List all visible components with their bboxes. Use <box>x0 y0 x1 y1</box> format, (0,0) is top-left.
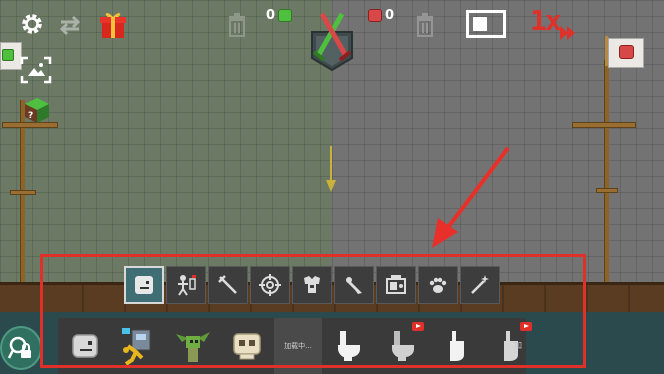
item-urinal-video[interactable] <box>484 318 538 374</box>
trash-icon <box>229 13 245 37</box>
item-urinal[interactable] <box>430 318 484 374</box>
tab-explosives[interactable] <box>334 266 374 304</box>
random-spawn-button[interactable]: ? <box>24 96 50 124</box>
tab-characters[interactable] <box>166 266 206 304</box>
urinal-icon <box>450 331 464 361</box>
settings-button[interactable] <box>18 10 46 38</box>
tab-animals[interactable] <box>418 266 458 304</box>
toilet-icon <box>392 331 414 361</box>
red-score: 0 <box>368 8 394 23</box>
green-team-flag <box>0 42 22 70</box>
item-loading: 加载中... <box>274 318 322 374</box>
tab-magic[interactable] <box>460 266 500 304</box>
tab-ranged[interactable] <box>250 266 290 304</box>
trash-button-red[interactable] <box>414 12 436 38</box>
speed-label: 1x <box>530 4 562 37</box>
speed-button[interactable]: 1x <box>530 4 580 42</box>
green-face-icon <box>2 49 14 61</box>
item-toilet[interactable] <box>322 318 376 374</box>
swap-icon <box>59 15 81 36</box>
green-score: 0 <box>266 8 293 23</box>
tab-armor[interactable] <box>292 266 332 304</box>
red-score-value: 0 <box>385 8 395 23</box>
stone-head-icon <box>72 334 98 358</box>
screenshot-button[interactable] <box>20 56 52 84</box>
video-ad-icon <box>412 322 424 331</box>
layout-toggle-icon <box>473 17 487 31</box>
paw-icon <box>429 277 447 293</box>
tab-melee[interactable] <box>208 266 248 304</box>
rocket-icon <box>346 277 362 294</box>
dice-icon: ? <box>25 98 49 123</box>
item-goblin[interactable] <box>166 318 220 374</box>
category-bar <box>124 266 500 304</box>
trash-button-green[interactable] <box>226 12 248 38</box>
green-face-icon <box>278 9 293 22</box>
lock-button[interactable] <box>0 326 42 370</box>
itembar-more-label: 加 <box>514 341 522 350</box>
layout-toggle-button[interactable] <box>466 10 506 38</box>
machine-icon <box>386 275 406 294</box>
gear-icon <box>22 14 42 34</box>
item-skull[interactable] <box>220 318 274 374</box>
robot-figure-icon <box>122 328 151 366</box>
swap-button[interactable] <box>56 12 84 38</box>
item-toilet-video[interactable] <box>376 318 430 374</box>
item-stone-head[interactable] <box>58 318 112 374</box>
skeleton-icon <box>178 275 196 296</box>
svg-text:?: ? <box>28 111 33 121</box>
crossed-swords-emblem-icon <box>311 12 353 72</box>
tab-machines[interactable] <box>376 266 416 304</box>
loading-label: 加载中... <box>284 342 312 350</box>
item-robot-figure[interactable] <box>112 318 166 374</box>
tab-blocks[interactable] <box>124 266 164 304</box>
green-score-value: 0 <box>266 8 276 23</box>
goblin-icon <box>176 332 210 362</box>
trash-icon <box>417 13 433 37</box>
gift-button[interactable] <box>98 10 128 40</box>
lock-icon <box>7 336 31 359</box>
spawn-marker-icon <box>326 146 336 192</box>
item-bar[interactable]: 加载中... 加 <box>58 318 532 374</box>
skull-icon <box>233 333 261 360</box>
melee-weapon-icon <box>218 275 237 294</box>
video-ad-icon <box>520 322 532 331</box>
toilet-icon <box>338 331 360 361</box>
photo-frame-icon <box>20 56 52 84</box>
armor-icon <box>304 276 320 293</box>
red-face-icon <box>368 9 382 22</box>
magic-wand-icon <box>471 275 489 294</box>
fast-forward-icon <box>560 26 575 40</box>
crosshair-icon <box>259 274 281 296</box>
block-face-icon <box>135 276 153 294</box>
gift-icon <box>100 13 126 38</box>
